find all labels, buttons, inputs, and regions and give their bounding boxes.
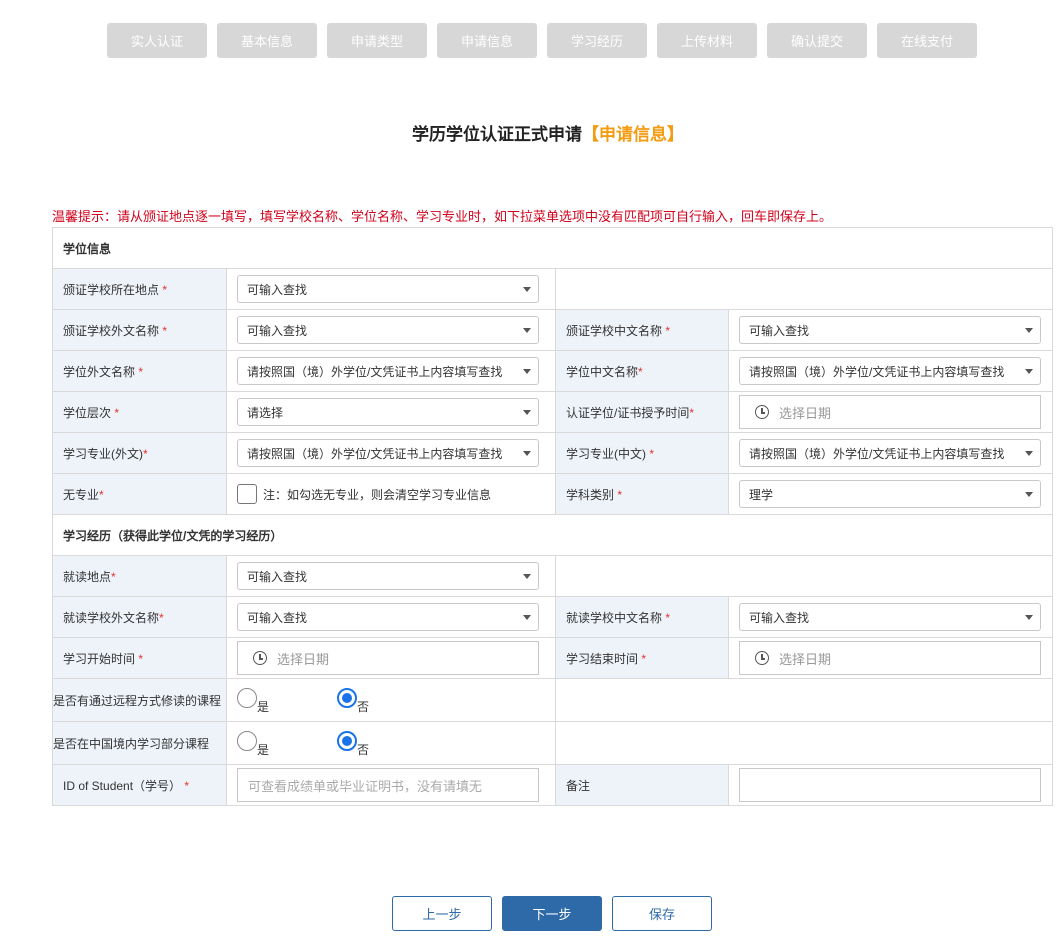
- subject-label: 学科类别 *: [555, 473, 729, 515]
- page-title-highlight: 【申请信息】: [582, 125, 684, 144]
- step-online-payment: 在线支付: [877, 23, 977, 58]
- step-confirm-submit: 确认提交: [767, 23, 867, 58]
- award-time-date-picker[interactable]: 选择日期: [739, 395, 1041, 429]
- study-location-select[interactable]: 可输入查找: [237, 562, 539, 590]
- study-school-foreign-label: 就读学校外文名称*: [52, 596, 227, 638]
- major-cn-select[interactable]: 请按照国（境）外学位/文凭证书上内容填写查找: [739, 439, 1041, 467]
- end-time-label: 学习结束时间 *: [555, 637, 729, 679]
- progress-steps: 实人认证 基本信息 申请类型 申请信息 学习经历 上传材料 确认提交 在线支付: [107, 23, 977, 58]
- chevron-down-icon: [523, 369, 531, 374]
- award-time-label: 认证学位/证书授予时间*: [555, 391, 729, 433]
- chevron-down-icon: [1025, 328, 1033, 333]
- chevron-down-icon: [523, 451, 531, 456]
- remote-course-yes-radio[interactable]: [237, 687, 257, 708]
- issue-school-foreign-select[interactable]: 可输入查找: [237, 316, 539, 344]
- degree-cn-select[interactable]: 请按照国（境）外学位/文凭证书上内容填写查找: [739, 357, 1041, 385]
- domestic-course-no-radio[interactable]: [337, 730, 357, 751]
- section-study-experience: 学习经历（获得此学位/文凭的学习经历）: [51, 514, 1054, 556]
- no-major-label: 无专业*: [52, 473, 227, 515]
- chevron-down-icon: [523, 574, 531, 579]
- step-application-info: 申请信息: [437, 23, 537, 58]
- major-foreign-label: 学习专业(外文)*: [52, 432, 227, 474]
- issue-location-label: 颁证学校所在地点 *: [52, 268, 227, 310]
- student-id-input[interactable]: 可查看成绩单或毕业证明书，没有请填无: [237, 768, 539, 802]
- domestic-course-yes-radio[interactable]: [237, 730, 257, 751]
- chevron-down-icon: [1025, 369, 1033, 374]
- issue-school-cn-select[interactable]: 可输入查找: [739, 316, 1041, 344]
- step-study-experience: 学习经历: [547, 23, 647, 58]
- section-degree-info: 学位信息: [51, 227, 1054, 269]
- chevron-down-icon: [523, 410, 531, 415]
- degree-foreign-select[interactable]: 请按照国（境）外学位/文凭证书上内容填写查找: [237, 357, 539, 385]
- step-upload-materials: 上传材料: [657, 23, 757, 58]
- degree-foreign-label: 学位外文名称 *: [52, 350, 227, 392]
- issue-school-cn-label: 颁证学校中文名称 *: [555, 309, 729, 351]
- study-location-label: 就读地点*: [52, 555, 227, 597]
- degree-level-label: 学位层次 *: [52, 391, 227, 433]
- student-id-label: ID of Student（学号） *: [52, 764, 227, 806]
- remote-course-radio-group: 是 否: [237, 686, 555, 715]
- step-basic-info: 基本信息: [217, 23, 317, 58]
- study-school-cn-label: 就读学校中文名称 *: [555, 596, 729, 638]
- domestic-course-radio-group: 是 否: [237, 729, 555, 758]
- end-time-date-picker[interactable]: 选择日期: [739, 641, 1041, 675]
- chevron-down-icon: [523, 287, 531, 292]
- application-form: 学位信息 颁证学校所在地点 * 可输入查找 颁证学校外文名称 * 可输入查找 颁…: [51, 227, 1054, 806]
- subject-select[interactable]: 理学: [739, 480, 1041, 508]
- major-foreign-select[interactable]: 请按照国（境）外学位/文凭证书上内容填写查找: [237, 439, 539, 467]
- issue-location-select[interactable]: 可输入查找: [237, 275, 539, 303]
- step-application-type: 申请类型: [327, 23, 427, 58]
- remote-course-label: 是否有通过远程方式修读的课程: [52, 678, 227, 722]
- degree-level-select[interactable]: 请选择: [237, 398, 539, 426]
- chevron-down-icon: [1025, 615, 1033, 620]
- start-time-label: 学习开始时间 *: [52, 637, 227, 679]
- no-major-note: 注：如勾选无专业，则会清空学习专业信息: [263, 487, 492, 502]
- clock-icon: [755, 651, 769, 665]
- remark-label: 备注: [555, 764, 729, 806]
- clock-icon: [253, 651, 267, 665]
- chevron-down-icon: [1025, 451, 1033, 456]
- chevron-down-icon: [523, 328, 531, 333]
- next-step-button[interactable]: 下一步: [502, 896, 602, 931]
- page-title-main: 学历学位认证正式申请: [412, 125, 582, 144]
- major-cn-label: 学习专业(中文) *: [555, 432, 729, 474]
- start-time-date-picker[interactable]: 选择日期: [237, 641, 539, 675]
- save-button[interactable]: 保存: [612, 896, 712, 931]
- degree-cn-label: 学位中文名称*: [555, 350, 729, 392]
- remark-input[interactable]: [739, 768, 1041, 802]
- prev-step-button[interactable]: 上一步: [392, 896, 492, 931]
- study-school-foreign-select[interactable]: 可输入查找: [237, 603, 539, 631]
- chevron-down-icon: [1025, 492, 1033, 497]
- issue-school-foreign-label: 颁证学校外文名称 *: [52, 309, 227, 351]
- action-buttons: 上一步 下一步 保存: [392, 896, 712, 931]
- warm-tip: 温馨提示：请从颁证地点逐一填写，填写学校名称、学位名称、学习专业时，如下拉菜单选…: [52, 209, 833, 224]
- remote-course-no-radio[interactable]: [337, 687, 357, 708]
- chevron-down-icon: [523, 615, 531, 620]
- domestic-course-label: 是否在中国境内学习部分课程: [52, 721, 227, 765]
- clock-icon: [755, 405, 769, 419]
- page-title: 学历学位认证正式申请【申请信息】: [0, 120, 1056, 145]
- step-real-name-auth: 实人认证: [107, 23, 207, 58]
- no-major-checkbox[interactable]: [237, 484, 257, 504]
- study-school-cn-select[interactable]: 可输入查找: [739, 603, 1041, 631]
